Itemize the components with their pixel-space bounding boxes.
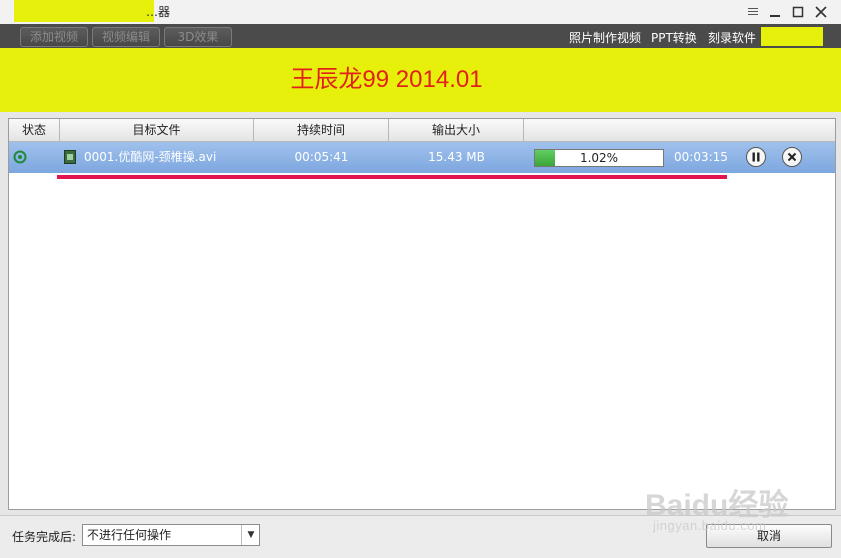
watermark-url: jingyan.baidu.com	[653, 518, 767, 533]
title-bar: …器	[0, 0, 841, 25]
after-task-value: 不进行任何操作	[87, 528, 172, 542]
menu-icon[interactable]	[744, 3, 762, 21]
chevron-down-icon[interactable]: ▼	[241, 525, 260, 545]
ppt-convert-link[interactable]: PPT转换	[651, 29, 697, 46]
after-task-label: 任务完成后:	[12, 530, 77, 544]
remaining-time: 00:03:15	[674, 150, 728, 164]
highlight-underline	[57, 175, 727, 179]
header-progress[interactable]	[524, 119, 835, 141]
progress-percent: 1.02%	[579, 151, 619, 165]
photo-to-video-link[interactable]: 照片制作视频	[569, 29, 641, 46]
minimize-icon[interactable]	[766, 3, 784, 21]
header-target-file[interactable]: 目标文件	[60, 119, 254, 141]
progress-bar: 1.02%	[534, 149, 664, 167]
after-task-select[interactable]: 不进行任何操作 ▼	[82, 524, 260, 546]
watermark: Baidu经验 jingyan.baidu.com	[645, 480, 825, 540]
title-highlight	[14, 0, 154, 22]
toolbar: 添加视频 视频编辑 3D效果 照片制作视频 PPT转换 刻录软件	[0, 24, 841, 48]
header-duration[interactable]: 持续时间	[254, 119, 389, 141]
close-icon[interactable]	[812, 3, 830, 21]
film-icon	[64, 150, 76, 164]
add-video-button[interactable]: 添加视频	[20, 27, 88, 47]
pause-icon[interactable]	[746, 147, 766, 167]
toolbar-highlight	[761, 27, 823, 46]
file-name: 0001.优酷网-颈椎操.avi	[84, 150, 217, 164]
task-list[interactable]: 状态 目标文件 持续时间 输出大小 0001.优酷网-颈椎操.avi 00:05…	[8, 118, 836, 510]
header-status[interactable]: 状态	[9, 119, 60, 141]
row-duration: 00:05:41	[294, 150, 349, 164]
header-output-size[interactable]: 输出大小	[389, 119, 524, 141]
close-circle-icon[interactable]	[782, 147, 802, 167]
table-header: 状态 目标文件 持续时间 输出大小	[9, 119, 835, 142]
maximize-icon[interactable]	[789, 3, 807, 21]
converting-icon	[13, 150, 27, 164]
row-output-size: 15.43 MB	[428, 150, 485, 164]
burn-software-link[interactable]: 刻录软件	[708, 29, 756, 46]
3d-effects-button[interactable]: 3D效果	[164, 27, 232, 47]
table-row[interactable]: 0001.优酷网-颈椎操.avi 00:05:41 15.43 MB 1.02%…	[9, 142, 835, 173]
banner-text: 王辰龙99 2014.01	[290, 66, 483, 93]
window-title: …器	[146, 5, 171, 19]
banner: 王辰龙99 2014.01	[0, 48, 841, 112]
video-edit-button[interactable]: 视频编辑	[92, 27, 160, 47]
